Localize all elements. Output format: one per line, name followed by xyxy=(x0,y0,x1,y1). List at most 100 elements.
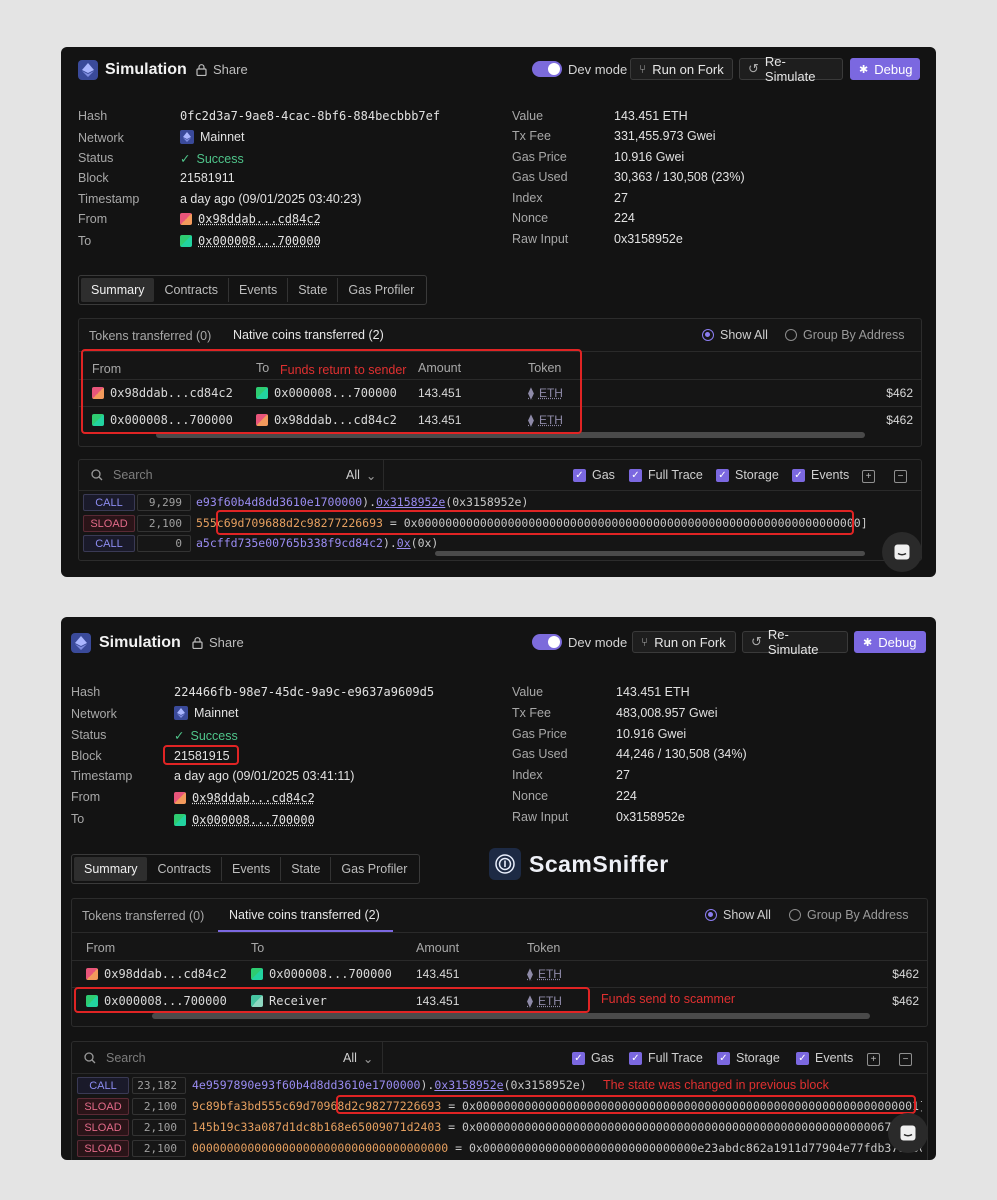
simulation-panel-1: Simulation Share Dev mode ⑂ Run on Fork … xyxy=(61,47,936,577)
events-checkbox[interactable]: ✓ Events xyxy=(796,1051,853,1065)
checkbox-checked-icon: ✓ xyxy=(629,1051,642,1065)
simulation-panel-2: Simulation Share Dev mode ⑂ Run on Fork … xyxy=(61,617,936,1160)
tab-native-coins-transferred[interactable]: Native coins transferred (2) xyxy=(229,908,380,922)
debug-button[interactable]: ✱ Debug xyxy=(854,631,926,653)
debug-button[interactable]: ✱ Debug xyxy=(850,58,920,80)
value-label: Value xyxy=(512,685,544,699)
events-checkbox[interactable]: ✓ Events xyxy=(792,468,849,482)
table-row-to[interactable]: 0x000008...700000 xyxy=(251,967,392,981)
trace-address: a5cffd735e00765b338f9cd84c2 xyxy=(196,536,383,550)
expand-all-icon[interactable]: + xyxy=(862,470,875,483)
storage-checkbox[interactable]: ✓ Storage xyxy=(716,468,779,482)
from-value[interactable]: 0x98ddab...cd84c2 xyxy=(174,791,315,805)
to-address-link[interactable]: 0x000008...700000 xyxy=(198,234,321,248)
table-row-from[interactable]: 0x98ddab...cd84c2 xyxy=(86,967,227,981)
timestamp-label: Timestamp xyxy=(71,769,133,783)
trace-search[interactable]: Search xyxy=(84,1051,146,1065)
gas-checkbox[interactable]: ✓ Gas xyxy=(573,468,615,482)
tab-state[interactable]: State xyxy=(288,278,339,302)
from-value[interactable]: 0x98ddab...cd84c2 xyxy=(180,212,321,226)
chat-button[interactable] xyxy=(888,1113,928,1153)
storage-label: Storage xyxy=(736,1051,780,1065)
trace-line[interactable]: 145b19c33a087d1dc8b168e65009071d2403 = 0… xyxy=(192,1120,922,1134)
from-address-link[interactable]: 0x98ddab...cd84c2 xyxy=(198,212,321,226)
tab-tokens-transferred[interactable]: Tokens transferred (0) xyxy=(82,909,204,923)
token-link[interactable]: ⧫ ETH xyxy=(527,967,562,981)
tab-summary[interactable]: Summary xyxy=(81,278,155,302)
group-by-address-radio[interactable]: Group By Address xyxy=(789,908,908,922)
tab-contracts[interactable]: Contracts xyxy=(147,857,222,881)
gas-label: Gas xyxy=(591,1051,614,1065)
run-on-fork-button[interactable]: ⑂ Run on Fork xyxy=(632,631,736,653)
annotation-box xyxy=(74,987,590,1013)
checkbox-checked-icon: ✓ xyxy=(572,1051,585,1065)
avatar xyxy=(180,213,192,225)
tab-native-coins-transferred[interactable]: Native coins transferred (2) xyxy=(233,328,384,342)
collapse-all-icon[interactable]: − xyxy=(894,470,907,483)
chat-icon xyxy=(894,544,910,560)
share-button[interactable]: Share xyxy=(192,635,244,650)
show-all-radio[interactable]: Show All xyxy=(705,908,771,922)
tab-tokens-transferred[interactable]: Tokens transferred (0) xyxy=(89,329,211,343)
to-value[interactable]: 0x000008...700000 xyxy=(174,813,315,827)
group-by-address-radio[interactable]: Group By Address xyxy=(785,328,904,342)
events-label: Events xyxy=(815,1051,854,1065)
status-value: ✓ Success xyxy=(180,151,244,167)
value-value: 143.451 ETH xyxy=(614,109,688,123)
checkbox-checked-icon: ✓ xyxy=(629,468,642,482)
tab-events[interactable]: Events xyxy=(222,857,282,881)
dev-mode-toggle[interactable] xyxy=(532,61,562,77)
tab-state[interactable]: State xyxy=(281,857,332,881)
annotation-box xyxy=(163,745,239,765)
tab-gas-profiler[interactable]: Gas Profiler xyxy=(338,278,424,302)
status-label: Status xyxy=(78,151,114,165)
from-label: From xyxy=(78,212,108,226)
search-input[interactable]: Search xyxy=(113,468,153,482)
tab-contracts[interactable]: Contracts xyxy=(154,278,229,302)
storage-checkbox[interactable]: ✓ Storage xyxy=(717,1051,780,1065)
avatar xyxy=(86,968,98,980)
trace-line[interactable]: 4e9597890e93f60b4d8dd3610e1700000).0x315… xyxy=(192,1078,592,1092)
full-trace-checkbox[interactable]: ✓ Full Trace xyxy=(629,1051,703,1065)
tab-events[interactable]: Events xyxy=(229,278,289,302)
full-trace-label: Full Trace xyxy=(648,1051,703,1065)
trace-line[interactable]: e93f60b4d8dd3610e1700000).0x3158952e(0x3… xyxy=(196,495,916,509)
trace-filter-select[interactable]: All ⌄ xyxy=(346,468,376,483)
horizontal-scrollbar[interactable] xyxy=(435,551,865,556)
chat-button[interactable] xyxy=(882,532,922,572)
run-on-fork-label: Run on Fork xyxy=(652,61,724,77)
block-label: Block xyxy=(78,171,109,185)
dev-mode-toggle[interactable] xyxy=(532,634,562,650)
ethereum-icon xyxy=(174,706,188,720)
trace-filter-select[interactable]: All ⌄ xyxy=(343,1051,373,1066)
timestamp-value: a day ago (09/01/2025 03:40:23) xyxy=(180,192,362,206)
radio-selected-icon xyxy=(702,329,714,341)
share-button[interactable]: Share xyxy=(196,62,248,77)
tab-summary[interactable]: Summary xyxy=(74,857,148,881)
re-simulate-button[interactable]: ↺ Re-Simulate xyxy=(742,627,848,657)
run-on-fork-button[interactable]: ⑂ Run on Fork xyxy=(630,58,733,80)
re-simulate-button[interactable]: ↺ Re-Simulate xyxy=(739,54,843,84)
from-address-link[interactable]: 0x98ddab...cd84c2 xyxy=(192,791,315,805)
share-label: Share xyxy=(213,62,248,77)
horizontal-scrollbar[interactable] xyxy=(152,1013,870,1019)
tab-gas-profiler[interactable]: Gas Profiler xyxy=(331,857,417,881)
annotation-text: The state was changed in previous block xyxy=(603,1078,829,1092)
bug-icon: ✱ xyxy=(859,63,869,76)
to-address-link[interactable]: 0x000008...700000 xyxy=(192,813,315,827)
gas-checkbox[interactable]: ✓ Gas xyxy=(572,1051,614,1065)
to-value[interactable]: 0x000008...700000 xyxy=(180,234,321,248)
avatar xyxy=(180,235,192,247)
trace-line[interactable]: 0000000000000000000000000000000000000 = … xyxy=(192,1141,922,1155)
show-all-radio[interactable]: Show All xyxy=(702,328,768,342)
trace-method: 0x3158952e xyxy=(434,1078,504,1092)
trace-value: = 0x0000000000000000000000000000000e23ab… xyxy=(448,1141,922,1155)
trace-search[interactable]: Search xyxy=(91,468,153,482)
page-title: Simulation xyxy=(105,61,187,78)
trace-line[interactable]: a5cffd735e00765b338f9cd84c2).0x(0x) xyxy=(196,536,916,550)
full-trace-checkbox[interactable]: ✓ Full Trace xyxy=(629,468,703,482)
opcode-badge: CALL xyxy=(83,535,135,552)
expand-all-icon[interactable]: + xyxy=(867,1053,880,1066)
collapse-all-icon[interactable]: − xyxy=(899,1053,912,1066)
search-input[interactable]: Search xyxy=(106,1051,146,1065)
